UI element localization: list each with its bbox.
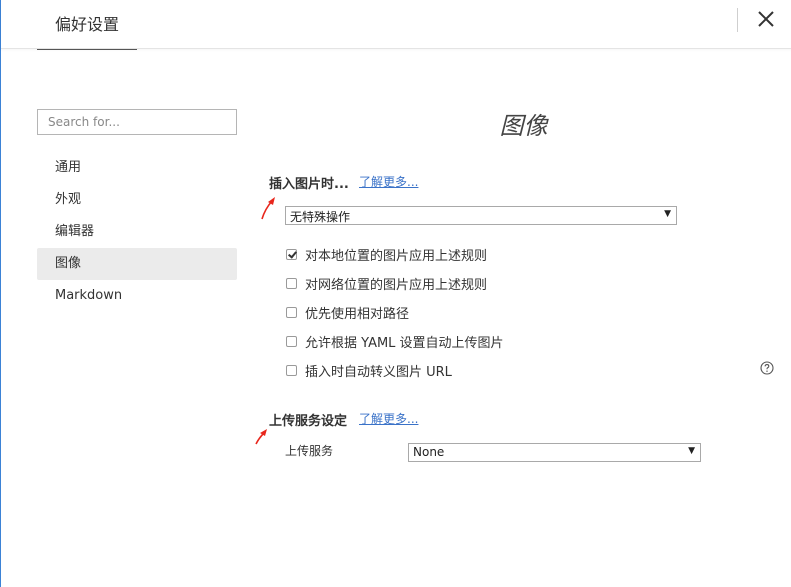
insert-learn-more-link[interactable]: 了解更多... xyxy=(359,173,418,190)
checkbox-escape-url[interactable] xyxy=(286,364,297,376)
sidebar-item-markdown[interactable]: Markdown xyxy=(37,280,237,312)
window-title: 偏好设置 xyxy=(55,15,120,34)
insert-action-value: 无特殊操作 xyxy=(290,210,351,224)
sidebar-item-general[interactable]: 通用 xyxy=(37,152,237,184)
close-button[interactable] xyxy=(755,8,777,30)
checkbox-yaml-upload[interactable] xyxy=(286,335,297,347)
option-label: 允许根据 YAML 设置自动上传图片 xyxy=(305,335,504,351)
option-row-relative[interactable]: 优先使用相对路径 xyxy=(286,303,410,322)
help-circle-icon[interactable] xyxy=(760,361,774,375)
title-underline xyxy=(37,49,137,50)
insert-action-select[interactable]: 无特殊操作 ▼ xyxy=(285,206,677,225)
option-row-yaml[interactable]: 允许根据 YAML 设置自动上传图片 xyxy=(286,332,504,351)
insert-section-title: 插入图片时... xyxy=(269,177,349,192)
triangle-down-icon: ▼ xyxy=(664,209,671,219)
checkbox-local-images[interactable] xyxy=(286,248,297,260)
upload-service-label: 上传服务 xyxy=(285,444,334,458)
option-label: 对本地位置的图片应用上述规则 xyxy=(305,248,488,264)
close-icon xyxy=(758,11,774,27)
option-row-network[interactable]: 对网络位置的图片应用上述规则 xyxy=(286,274,488,293)
option-label: 对网络位置的图片应用上述规则 xyxy=(305,277,488,293)
header-bar: 偏好设置 xyxy=(1,0,791,49)
header-divider xyxy=(737,8,738,32)
checkbox-network-images[interactable] xyxy=(286,277,297,289)
sidebar-nav: 通用 外观 编辑器 图像 Markdown xyxy=(37,152,237,312)
search-input[interactable] xyxy=(37,109,237,135)
preferences-window: 偏好设置 通用 外观 编辑器 图像 Markdown 图像 插入图片时... 了… xyxy=(0,0,791,587)
sidebar-item-appearance[interactable]: 外观 xyxy=(37,184,237,216)
option-label: 优先使用相对路径 xyxy=(305,306,410,322)
upload-service-value: None xyxy=(413,445,445,459)
option-row-local[interactable]: 对本地位置的图片应用上述规则 xyxy=(286,245,488,264)
page-title: 图像 xyxy=(499,112,548,140)
sidebar-item-image[interactable]: 图像 xyxy=(37,248,237,280)
upload-service-select[interactable]: None ▼ xyxy=(408,443,701,462)
triangle-down-icon: ▼ xyxy=(688,446,695,456)
upload-section-title: 上传服务设定 xyxy=(269,414,348,429)
annotation-arrow-icon xyxy=(255,429,267,445)
checkbox-relative-path[interactable] xyxy=(286,306,297,318)
option-label: 插入时自动转义图片 URL xyxy=(305,364,452,380)
option-row-escape[interactable]: 插入时自动转义图片 URL xyxy=(286,361,452,380)
annotation-arrow-icon xyxy=(261,197,275,220)
upload-learn-more-link[interactable]: 了解更多... xyxy=(359,410,418,427)
sidebar-item-editor[interactable]: 编辑器 xyxy=(37,216,237,248)
